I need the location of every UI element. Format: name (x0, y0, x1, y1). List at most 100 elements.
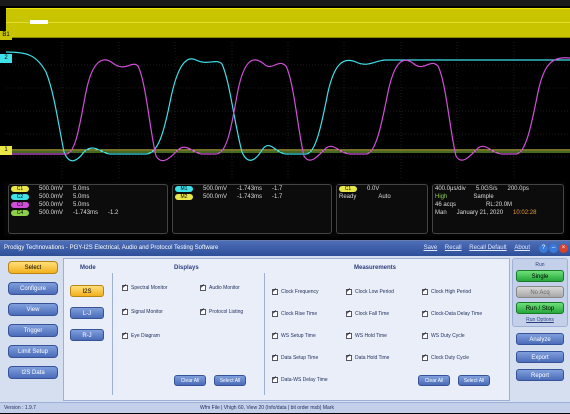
ch2-marker[interactable]: 2 (0, 54, 12, 63)
date-prefix: Man (435, 210, 447, 216)
acq-row-4: Man January 21, 2020 10:02:28 (433, 209, 563, 217)
status-bar: Version : 1.9.7 Wfm File | Vhigh 60, Vie… (0, 402, 570, 413)
meas-data-ws-delay-checkbox[interactable]: Data-WS Delay Time (272, 375, 328, 383)
trigger-readout[interactable]: C1 0.0V Ready Auto (336, 184, 428, 234)
analyze-button[interactable]: Analyze (516, 333, 564, 345)
display-eye-diagram-checkbox[interactable]: Eye Diagram (122, 331, 160, 339)
meas-ws-hold-time-checkbox[interactable]: WS Hold Time (346, 331, 387, 339)
ch1-marker[interactable]: 1 (0, 146, 12, 155)
checkbox-label: Clock Low Period (355, 289, 394, 295)
meas-clock-high-period-checkbox[interactable]: Clock High Period (422, 287, 472, 295)
about-link[interactable]: About (514, 245, 530, 251)
meas-clock-frequency-checkbox[interactable]: Clock Frequency (272, 287, 319, 295)
checkbox-label: WS Setup Time (281, 333, 316, 339)
nav-configure-button[interactable]: Configure (8, 282, 58, 295)
channel-readouts: C1 500.0mV 5.0ms C2 500.0mV 5.0ms C3 500… (8, 184, 168, 234)
divider-2 (264, 273, 265, 395)
help-icon[interactable]: ? (539, 244, 548, 253)
measurements-title: Measurements (354, 265, 397, 271)
readout-row-m2[interactable]: M2 500.0mV -1.743ms -1.7 (173, 193, 331, 201)
measurements-clear-all-button[interactable]: Clear All (418, 375, 450, 386)
report-button[interactable]: Report (516, 369, 564, 381)
close-icon[interactable]: × (559, 244, 568, 253)
window-titlebar: Prodigy Technovations - PGY-I2S Electric… (0, 241, 570, 256)
ch3-scale: 500.0mV (39, 202, 64, 208)
run-options-link[interactable]: Run Options (515, 317, 565, 323)
readout-row-m1[interactable]: M1 500.0mV -1.743ms -1.7 (173, 185, 331, 193)
export-button[interactable]: Export (516, 351, 564, 363)
meas-clock-data-delay-checkbox[interactable]: Clock-Data Delay Time (422, 309, 482, 317)
displays-select-all-button[interactable]: Select All (214, 375, 246, 386)
measurements-select-all-button[interactable]: Select All (458, 375, 490, 386)
checkbox-label: WS Hold Time (355, 333, 387, 339)
nav-limit-setup-button[interactable]: Limit Setup (8, 345, 58, 358)
ch2-time: 5.0ms (73, 194, 90, 200)
m2-extra: -1.7 (272, 194, 283, 200)
acquisition-readout[interactable]: 400.0μs/div 5.0GS/s 200.0ps High Sample … (432, 184, 564, 234)
readout-panel: C1 500.0mV 5.0ms C2 500.0mV 5.0ms C3 500… (4, 182, 566, 236)
readout-row-c3[interactable]: C3 500.0mV 5.0ms (9, 201, 167, 209)
right-nav: Run Single No Acq Run / Stop Run Options… (512, 258, 568, 401)
meas-clock-duty-cycle-checkbox[interactable]: Clock Duty Cycle (422, 353, 469, 361)
pgy-i2s-window: Prodigy Technovations - PGY-I2S Electric… (0, 240, 570, 413)
acq-mode: Sample (473, 194, 494, 200)
meas-data-hold-time-checkbox[interactable]: Data Hold Time (346, 353, 389, 361)
display-protocol-listing-checkbox[interactable]: Protocol Listing (200, 307, 243, 315)
ch4-scale: 500.0mV (39, 210, 64, 216)
recall-default-link[interactable]: Recall Default (469, 245, 506, 251)
nav-trigger-button[interactable]: Trigger (8, 324, 58, 337)
checkbox-box (122, 331, 128, 339)
nav-view-button[interactable]: View (8, 303, 58, 316)
checkbox-label: Clock Rise Time (281, 311, 318, 317)
m1-chip: M1 (175, 186, 193, 192)
single-button[interactable]: Single (516, 270, 564, 282)
time-per-div: 400.0μs/div (435, 186, 466, 192)
checkbox-box (422, 287, 428, 295)
readout-row-c4[interactable]: C4 500.0mV -1.743ms -1.2 (9, 209, 167, 217)
mode-lj-button[interactable]: L-J (70, 307, 104, 319)
scope-display: B1 2 1 C1 500.0mV 5.0ms C2 500.0mV 5.0ms… (0, 0, 570, 238)
ch4-extra: -1.2 (108, 210, 119, 216)
ch1-scale: 500.0mV (39, 186, 64, 192)
readout-row-c2[interactable]: C2 500.0mV 5.0ms (9, 193, 167, 201)
readout-row-c1[interactable]: C1 500.0mV 5.0ms (9, 185, 167, 193)
checkbox-label: Clock High Period (431, 289, 472, 295)
mode-i2s-button[interactable]: I2S (70, 285, 104, 297)
checkbox-label: Signal Monitor (131, 309, 163, 315)
trigger-state: Ready (339, 194, 357, 200)
mode-rj-button[interactable]: R-J (70, 329, 104, 341)
title-links: Save Recall Recall Default About (418, 241, 530, 256)
recall-link[interactable]: Recall (445, 245, 462, 251)
meas-clock-rise-time-checkbox[interactable]: Clock Rise Time (272, 309, 318, 317)
checkbox-box (346, 309, 352, 317)
display-audio-monitor-checkbox[interactable]: Audio Monitor (200, 283, 240, 291)
checkbox-box (422, 309, 428, 317)
meas-ws-setup-time-checkbox[interactable]: WS Setup Time (272, 331, 316, 339)
meas-data-setup-time-checkbox[interactable]: Data Setup Time (272, 353, 318, 361)
ch2-scale: 500.0mV (39, 194, 64, 200)
m1-extra: -1.7 (272, 186, 283, 192)
m2-scale: 500.0mV (203, 194, 228, 200)
trigger-mode: Auto (378, 194, 391, 200)
displays-clear-all-button[interactable]: Clear All (174, 375, 206, 386)
ch4-time: -1.743ms (73, 210, 99, 216)
ch2-chip: C2 (11, 194, 29, 200)
checkbox-box (272, 287, 278, 295)
display-signal-monitor-checkbox[interactable]: Signal Monitor (122, 307, 163, 315)
save-link[interactable]: Save (424, 245, 438, 251)
checkbox-box (122, 283, 128, 291)
meas-clock-low-period-checkbox[interactable]: Clock Low Period (346, 287, 394, 295)
bus-marker (30, 20, 48, 24)
run-stop-button[interactable]: Run / Stop (516, 302, 564, 314)
meas-ws-duty-cycle-checkbox[interactable]: WS Duty Cycle (422, 331, 465, 339)
scope-top-bar (0, 0, 570, 6)
meas-clock-fall-time-checkbox[interactable]: Clock Fall Time (346, 309, 389, 317)
nav-i2s-data-button[interactable]: I2S Data (8, 366, 58, 379)
date: January 21, 2020 (456, 210, 504, 216)
trigger-row: C1 0.0V (337, 185, 427, 193)
no-acq-button[interactable]: No Acq (516, 286, 564, 298)
nav-select-button[interactable]: Select (8, 261, 58, 274)
minimize-icon[interactable]: – (549, 244, 558, 253)
display-spectral-monitor-checkbox[interactable]: Spectral Monitor (122, 283, 167, 291)
window-title: Prodigy Technovations - PGY-I2S Electric… (4, 245, 219, 251)
